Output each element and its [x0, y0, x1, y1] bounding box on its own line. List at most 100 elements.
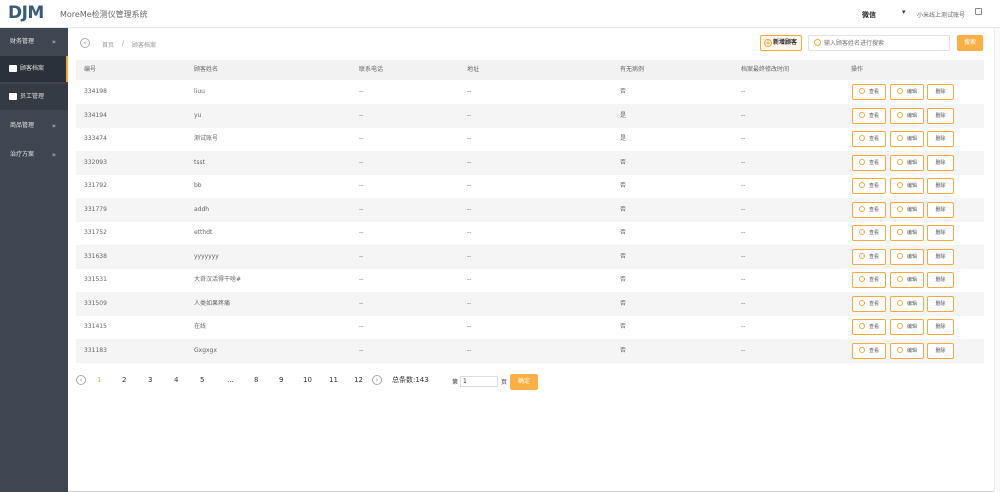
cell-phone: --: [359, 205, 364, 213]
cell-id: 331531: [84, 276, 107, 283]
table-row: 331779 addh -- -- 否 -- 查看 编辑 删除: [76, 197, 984, 222]
sidebar-item-label: 员工管理: [20, 93, 45, 100]
cell-address: --: [467, 88, 472, 95]
page-number[interactable]: 8: [254, 376, 258, 384]
cell-name: 大奇汉活得干啥#: [194, 276, 242, 283]
page-number[interactable]: 2: [122, 376, 126, 384]
view-button[interactable]: 查看: [852, 248, 886, 265]
cell-id: 331752: [84, 229, 107, 236]
edit-button[interactable]: 编辑: [890, 272, 924, 288]
breadcrumb-current: 顾客档案: [132, 42, 157, 49]
prev-page-icon[interactable]: ‹: [76, 375, 86, 385]
delete-button[interactable]: 删除: [927, 84, 954, 100]
page-number[interactable]: 10: [303, 376, 312, 384]
page-number[interactable]: 1: [97, 376, 101, 384]
cell-address: --: [467, 276, 472, 283]
table-row: 334198 liuu -- -- 否 -- 查看 编辑 删除: [76, 80, 984, 104]
user-dropdown-icon[interactable]: ▾: [902, 8, 906, 16]
delete-button[interactable]: 删除: [927, 295, 954, 312]
view-button[interactable]: 查看: [852, 131, 886, 147]
cell-name: yyyyyyy: [194, 252, 219, 260]
account-label[interactable]: 小米线上测试账号: [917, 10, 965, 19]
sidebar-item-finance[interactable]: 财务管理 »: [0, 30, 68, 54]
page-number[interactable]: 4: [174, 376, 178, 384]
delete-button[interactable]: 删除: [927, 178, 954, 194]
delete-label: 删除: [935, 230, 946, 236]
delete-button[interactable]: 删除: [927, 272, 954, 288]
edit-icon: [896, 88, 903, 94]
edit-icon: [896, 276, 903, 282]
delete-button[interactable]: 删除: [927, 342, 954, 359]
delete-button[interactable]: 删除: [927, 248, 954, 265]
view-button[interactable]: 查看: [852, 225, 886, 241]
edit-label: 编辑: [906, 230, 917, 236]
edit-button[interactable]: 编辑: [890, 131, 924, 147]
edit-button[interactable]: 编辑: [890, 319, 924, 335]
goto-button[interactable]: 确定: [510, 374, 538, 390]
delete-button[interactable]: 删除: [927, 107, 954, 124]
edit-button[interactable]: 编辑: [890, 107, 924, 124]
table-row: 331183 Gxgxgx -- -- 否 -- 查看 编辑 删除: [76, 338, 984, 363]
view-label: 查看: [868, 136, 879, 142]
goto-label: 第: [452, 379, 459, 386]
view-button[interactable]: 查看: [852, 84, 886, 100]
breadcrumb-home[interactable]: 首页: [102, 40, 114, 49]
delete-button[interactable]: 删除: [927, 319, 954, 335]
delete-label: 删除: [935, 89, 946, 95]
next-page-icon[interactable]: ›: [372, 375, 382, 385]
sidebar-item-products[interactable]: 商品管理 »: [0, 114, 68, 138]
chevron-icon: »: [51, 151, 56, 159]
add-customer-button[interactable]: + 新增顾客: [760, 35, 802, 51]
edit-label: 编辑: [906, 112, 917, 119]
view-button[interactable]: 查看: [852, 319, 886, 335]
edit-button[interactable]: 编辑: [890, 342, 924, 359]
logout-icon[interactable]: [975, 8, 982, 15]
cell-phone: --: [359, 88, 364, 95]
sidebar-item-treatment[interactable]: 治疗方案 »: [0, 143, 68, 167]
back-icon[interactable]: ‹: [80, 38, 90, 48]
cell-phone: --: [359, 229, 364, 236]
view-button[interactable]: 查看: [852, 272, 886, 288]
goto-page-input[interactable]: 1: [460, 376, 498, 387]
cell-id: 334198: [84, 88, 107, 95]
user-name[interactable]: 微信: [862, 10, 876, 20]
delete-button[interactable]: 删除: [927, 225, 954, 241]
edit-button[interactable]: 编辑: [890, 178, 924, 194]
edit-button[interactable]: 编辑: [890, 295, 924, 312]
cell-modified: --: [741, 88, 746, 95]
view-button[interactable]: 查看: [852, 295, 886, 312]
edit-button[interactable]: 编辑: [890, 201, 924, 218]
cell-phone: --: [359, 135, 364, 142]
view-button[interactable]: 查看: [852, 178, 886, 194]
cell-modified: --: [741, 299, 746, 307]
view-button[interactable]: 查看: [852, 201, 886, 218]
delete-label: 删除: [935, 183, 946, 189]
page-number[interactable]: 9: [279, 376, 283, 384]
delete-button[interactable]: 删除: [927, 131, 954, 147]
page-number[interactable]: 3: [148, 376, 152, 384]
search-input[interactable]: [824, 38, 944, 49]
view-button[interactable]: 查看: [852, 342, 886, 359]
cell-id: 332093: [84, 158, 107, 166]
view-button[interactable]: 查看: [852, 154, 886, 171]
edit-button[interactable]: 编辑: [890, 154, 924, 171]
edit-button[interactable]: 编辑: [890, 248, 924, 265]
eye-icon: [858, 252, 865, 259]
add-customer-label: 新增顾客: [773, 39, 798, 46]
search-button[interactable]: 搜索: [957, 35, 983, 51]
delete-button[interactable]: 删除: [927, 154, 954, 171]
page-number[interactable]: 12: [354, 376, 363, 384]
scrollbar[interactable]: [994, 28, 1000, 492]
sidebar-item-staff[interactable]: 员工管理: [0, 84, 68, 110]
page-number[interactable]: 11: [329, 376, 338, 384]
edit-icon: [896, 111, 903, 118]
page-number[interactable]: 5: [200, 376, 204, 384]
column-header-modified: 档案最终修改时间: [741, 66, 790, 73]
sidebar-item-customers[interactable]: 顾客档案: [0, 56, 68, 82]
edit-button[interactable]: 编辑: [890, 225, 924, 241]
eye-icon: [858, 276, 865, 282]
edit-button[interactable]: 编辑: [890, 84, 924, 100]
view-button[interactable]: 查看: [852, 107, 886, 124]
delete-button[interactable]: 删除: [927, 201, 954, 218]
user-icon: [9, 93, 17, 100]
